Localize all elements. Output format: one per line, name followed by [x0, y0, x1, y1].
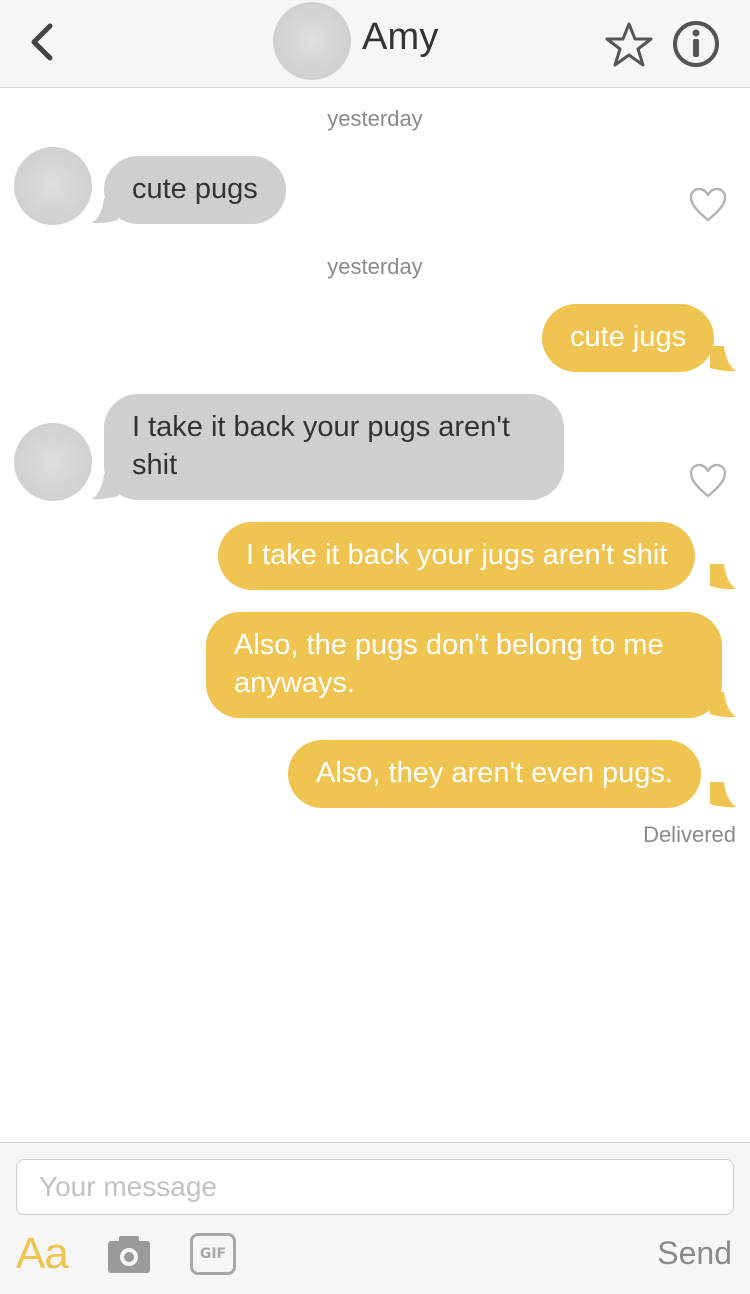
- bubble-tail: [710, 564, 736, 590]
- favorite-button[interactable]: [604, 20, 654, 70]
- like-button[interactable]: [688, 186, 728, 224]
- contact-avatar[interactable]: [273, 2, 351, 80]
- incoming-message[interactable]: I take it back your pugs aren't shit: [104, 394, 564, 500]
- incoming-message[interactable]: cute pugs: [104, 156, 286, 224]
- gif-button[interactable]: GIF: [190, 1233, 236, 1275]
- camera-icon: [108, 1236, 150, 1273]
- heart-outline-icon: [689, 463, 727, 498]
- bubble-tail: [710, 782, 736, 808]
- camera-button[interactable]: [106, 1233, 152, 1275]
- sender-avatar: [14, 147, 92, 225]
- info-circle-icon: [673, 21, 719, 67]
- back-button[interactable]: [24, 18, 64, 66]
- outgoing-message[interactable]: I take it back your jugs aren't shit: [218, 522, 696, 590]
- send-button[interactable]: Send: [657, 1235, 732, 1272]
- message-composer: Aa GIF Send: [0, 1142, 750, 1294]
- like-button[interactable]: [688, 462, 728, 500]
- outgoing-message[interactable]: cute jugs: [542, 304, 715, 372]
- delivery-status: Delivered: [643, 822, 736, 847]
- star-outline-icon: [605, 22, 653, 67]
- chevron-left-icon: [31, 23, 53, 61]
- info-button[interactable]: [670, 18, 722, 70]
- message-timestamp: yesterday: [327, 254, 423, 279]
- contact-name[interactable]: Amy: [362, 16, 439, 59]
- sender-avatar: [14, 423, 92, 501]
- outgoing-message[interactable]: Also, the pugs don't belong to me anyway…: [206, 612, 722, 718]
- outgoing-message[interactable]: Also, they aren't even pugs.: [288, 740, 701, 808]
- conversation-header: Amy: [0, 0, 750, 88]
- text-format-button[interactable]: Aa: [16, 1229, 69, 1279]
- message-timestamp: yesterday: [327, 106, 423, 131]
- message-input[interactable]: [16, 1159, 734, 1215]
- heart-outline-icon: [689, 187, 727, 222]
- bubble-tail: [710, 346, 736, 372]
